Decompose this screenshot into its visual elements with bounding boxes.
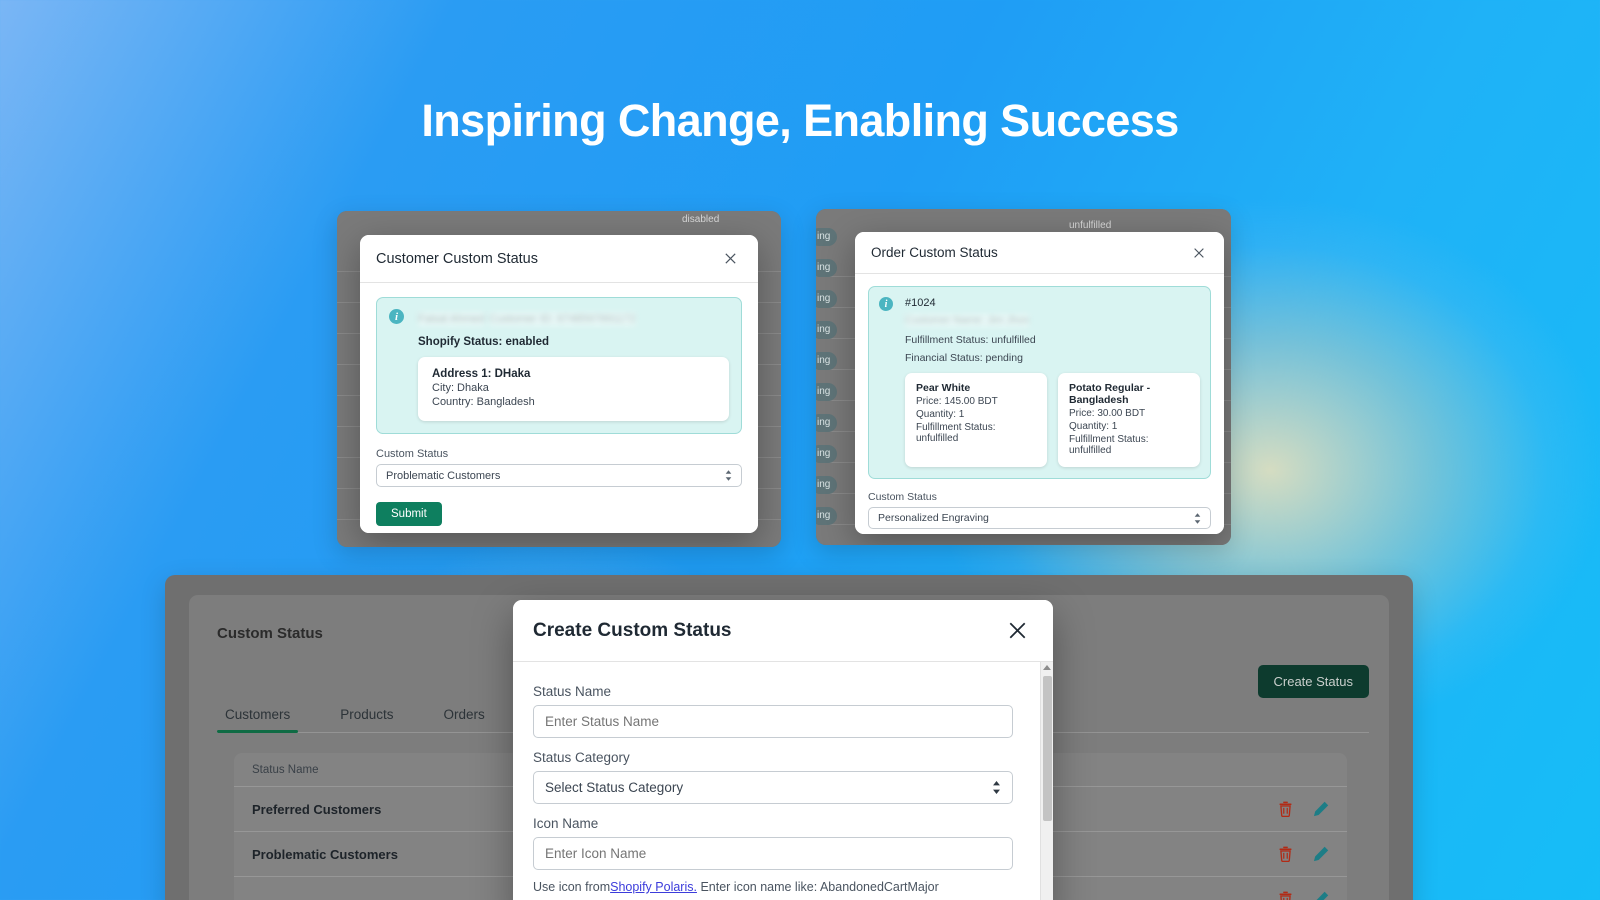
tab-products[interactable]: Products (332, 703, 401, 732)
pencil-icon[interactable] (1313, 891, 1329, 900)
info-icon: i (879, 297, 893, 311)
status-category-label: Status Category (533, 750, 630, 765)
pencil-icon[interactable] (1313, 801, 1329, 817)
customer-address-card: Address 1: DHaka City: Dhaka Country: Ba… (418, 357, 729, 421)
shopify-status-text: Shopify Status: enabled (418, 336, 549, 348)
row-actions (1278, 846, 1329, 862)
customer-modal-header: Customer Custom Status (360, 235, 758, 283)
customer-status-screenshot-panel: disabled Customer Custom Status i Faisal… (337, 211, 781, 547)
icon-name-input[interactable] (533, 837, 1013, 870)
custom-status-label: Custom Status (376, 448, 449, 460)
line-item-name: Pear White (916, 382, 971, 394)
order-info-banner: i #1024 Customer Name: Jim Jhon Fulfillm… (868, 286, 1211, 479)
helper-suffix: Enter icon name like: AbandonedCartMajor (696, 880, 939, 894)
bg-row-pill: ing (816, 321, 838, 339)
order-custom-status-selected-value: Personalized Engraving (878, 512, 989, 524)
address-country: Country: Bangladesh (432, 396, 535, 408)
chevron-updown-icon (725, 470, 732, 481)
chevron-updown-icon (992, 781, 1001, 794)
column-header-status-name: Status Name (252, 763, 319, 776)
status-category-select[interactable]: Select Status Category (533, 771, 1013, 804)
row-status-name: Preferred Customers (252, 801, 382, 817)
customer-info-banner: i Faisal Ahmed Customer ID: 674859769117… (376, 297, 742, 434)
order-custom-status-modal: Order Custom Status i #1024 Customer Nam… (855, 232, 1224, 534)
create-custom-status-modal: Create Custom Status Status Name Status … (513, 600, 1053, 900)
order-fulfillment-status: Fulfillment Status: unfulfilled (905, 334, 1036, 346)
create-modal-header: Create Custom Status (513, 600, 1053, 662)
custom-status-select[interactable]: Problematic Customers (376, 464, 742, 487)
order-modal-header: Order Custom Status (855, 232, 1224, 274)
order-custom-status-label: Custom Status (868, 491, 937, 503)
shopify-polaris-link[interactable]: Shopify Polaris. (610, 880, 697, 894)
pencil-icon[interactable] (1313, 846, 1329, 862)
order-financial-status: Financial Status: pending (905, 352, 1023, 364)
icon-helper-text: Use icon fromShopify Polaris. Enter icon… (533, 880, 1013, 894)
line-item-name: Potato Regular - Bangladesh (1069, 382, 1151, 406)
close-icon[interactable] (1190, 244, 1208, 262)
row-actions (1278, 801, 1329, 817)
bg-row-pill: ing (816, 507, 838, 525)
order-customer-name-redacted: Customer Name: Jim Jhon (905, 314, 1030, 327)
order-modal-title: Order Custom Status (871, 245, 998, 260)
bg-column-label-disabled: disabled (682, 214, 720, 225)
status-name-input[interactable] (533, 705, 1013, 738)
customer-modal-title: Customer Custom Status (376, 250, 538, 267)
helper-prefix: Use icon from (533, 880, 611, 894)
custom-status-selected-value: Problematic Customers (386, 469, 501, 482)
bg-row-pill: ing (816, 259, 838, 277)
order-status-screenshot-panel: unfulfilled ing ing ing ing ing ing ing … (816, 209, 1231, 545)
customer-modal-body: i Faisal Ahmed Customer ID: 674859769117… (360, 283, 758, 533)
line-item-fulfillment: Fulfillment Status: unfulfilled (916, 422, 996, 444)
page-headline: Inspiring Change, Enabling Success (421, 95, 1179, 146)
address-city: City: Dhaka (432, 382, 489, 394)
bg-row-pill: ing (816, 445, 838, 463)
close-icon[interactable] (720, 249, 740, 269)
chevron-updown-icon (1194, 512, 1201, 524)
close-icon[interactable] (1005, 619, 1029, 643)
bg-row-pill: ing (816, 383, 838, 401)
scrollbar-thumb[interactable] (1043, 676, 1052, 821)
create-status-button[interactable]: Create Status (1257, 665, 1369, 698)
customer-id-redacted: Customer ID: 6748597691172 (489, 312, 636, 326)
bg-row-pill: ing (816, 414, 838, 432)
trash-icon[interactable] (1278, 846, 1293, 862)
create-modal-scrollbar[interactable] (1040, 662, 1053, 900)
tab-customers[interactable]: Customers (217, 703, 299, 733)
order-custom-status-select[interactable]: Personalized Engraving (868, 507, 1211, 529)
bg-row-pill: ing (816, 352, 838, 370)
create-modal-title: Create Custom Status (533, 619, 732, 641)
customer-submit-button[interactable]: Submit (376, 502, 442, 526)
line-item-quantity: Quantity: 1 (1069, 421, 1118, 432)
line-item-price: Price: 30.00 BDT (1069, 408, 1146, 419)
status-name-label: Status Name (533, 684, 612, 699)
trash-icon[interactable] (1278, 801, 1293, 817)
line-item-card: Pear White Price: 145.00 BDT Quantity: 1… (905, 373, 1047, 467)
customer-custom-status-modal: Customer Custom Status i Faisal Ahmed Cu… (360, 235, 758, 533)
trash-icon[interactable] (1278, 891, 1293, 900)
line-item-quantity: Quantity: 1 (916, 409, 965, 420)
customer-name-redacted: Faisal Ahmed (418, 312, 485, 326)
bg-row-pill: ing (816, 228, 838, 246)
bg-row-pill: ing (816, 290, 838, 308)
bg-row-pill: ing (816, 476, 838, 494)
scroll-up-arrow-icon[interactable] (1043, 665, 1051, 670)
line-item-card: Potato Regular - Bangladesh Price: 30.00… (1058, 373, 1200, 467)
tab-orders[interactable]: Orders (436, 703, 493, 732)
row-status-name: Problematic Customers (252, 846, 398, 862)
info-icon: i (389, 309, 404, 324)
line-item-price: Price: 145.00 BDT (916, 396, 998, 407)
create-modal-body: Status Name Status Category Select Statu… (513, 662, 1053, 894)
icon-name-label: Icon Name (533, 816, 599, 831)
order-number: #1024 (905, 297, 936, 309)
order-modal-body: i #1024 Customer Name: Jim Jhon Fulfillm… (855, 274, 1224, 534)
address-line-1: Address 1: DHaka (432, 368, 531, 380)
page-title: Custom Status (217, 625, 323, 642)
status-category-selected-value: Select Status Category (545, 780, 684, 795)
row-actions (1278, 891, 1329, 900)
line-item-fulfillment: Fulfillment Status: unfulfilled (1069, 434, 1149, 456)
bg-column-label-unfulfilled: unfulfilled (1069, 220, 1112, 231)
